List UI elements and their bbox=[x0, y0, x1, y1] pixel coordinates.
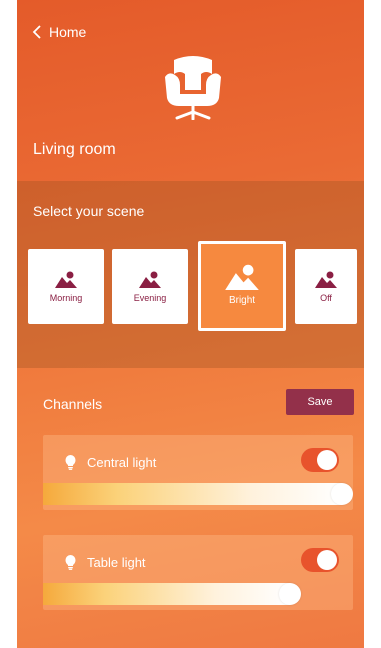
toggle-knob bbox=[317, 550, 337, 570]
room-title: Living room bbox=[33, 141, 116, 158]
channels-label: Channels bbox=[43, 396, 103, 412]
scene-image-icon bbox=[139, 271, 161, 288]
save-button[interactable]: Save bbox=[286, 389, 354, 415]
channel-central-light: Central light bbox=[43, 435, 353, 510]
slider-thumb[interactable] bbox=[331, 483, 353, 505]
scene-label-morning: Morning bbox=[49, 293, 83, 303]
slider-thumb[interactable] bbox=[279, 583, 302, 605]
chevron-left-icon bbox=[32, 25, 41, 39]
channel-name: Central light bbox=[87, 454, 157, 470]
back-label: Home bbox=[49, 24, 87, 40]
scene-card-morning[interactable]: Morning bbox=[28, 249, 104, 324]
bulb-icon bbox=[65, 554, 76, 570]
scene-label-bright: Bright bbox=[228, 295, 256, 306]
scene-card-bright[interactable]: Bright bbox=[198, 241, 286, 331]
scene-label-off: Off bbox=[320, 293, 332, 303]
scene-panel: Select your scene Morning Evening Bright… bbox=[17, 181, 364, 368]
scene-image-icon bbox=[315, 271, 337, 288]
back-button[interactable]: Home bbox=[31, 22, 86, 42]
power-toggle[interactable] bbox=[301, 448, 339, 472]
scene-image-icon bbox=[225, 264, 259, 290]
slider-fill bbox=[43, 483, 342, 505]
scene-card-off[interactable]: Off bbox=[295, 249, 357, 324]
toggle-knob bbox=[317, 450, 337, 470]
channel-name: Table light bbox=[87, 554, 146, 570]
power-toggle[interactable] bbox=[301, 548, 339, 572]
brightness-slider[interactable] bbox=[43, 583, 353, 605]
app-screen: Home Living room Select your scene Morni… bbox=[17, 0, 364, 648]
channel-table-light: Table light bbox=[43, 535, 353, 610]
armchair-icon bbox=[165, 56, 221, 120]
bulb-icon bbox=[65, 454, 76, 470]
brightness-slider[interactable] bbox=[43, 483, 353, 505]
scene-section-label: Select your scene bbox=[33, 203, 145, 219]
slider-fill bbox=[43, 583, 291, 605]
scene-card-evening[interactable]: Evening bbox=[112, 249, 188, 324]
scene-label-evening: Evening bbox=[133, 293, 167, 303]
scene-image-icon bbox=[55, 271, 77, 288]
